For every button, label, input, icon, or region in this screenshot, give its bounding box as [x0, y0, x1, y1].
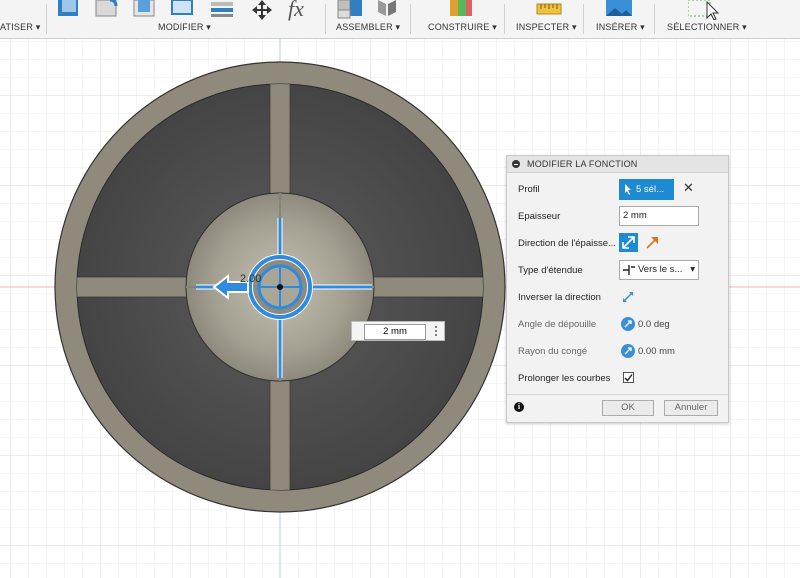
dialog-title: MODIFIER LA FONCTION	[527, 159, 638, 169]
joint-icon[interactable]	[378, 0, 396, 16]
extent-type-icon	[623, 265, 635, 275]
extent-type-value: Vers le s...	[638, 264, 683, 275]
taper-angle-icon[interactable]	[621, 317, 635, 331]
extend-curves-label: Prolonger les courbes	[518, 373, 611, 384]
profile-selection-count: 5 sél...	[636, 184, 664, 195]
dimension-more-icon[interactable]	[434, 325, 438, 337]
ok-button[interactable]: OK	[602, 400, 654, 416]
toolbar-group-create-label[interactable]: ATISER ▾	[0, 22, 40, 33]
extend-curves-checkbox[interactable]	[623, 372, 634, 383]
fillet-radius-value[interactable]: 0.00 mm	[638, 346, 675, 357]
toolbar-separator	[654, 4, 655, 34]
toolbar-separator	[46, 4, 47, 34]
origin-point	[277, 284, 283, 290]
extent-type-select[interactable]: Vers le s... ▾	[619, 260, 699, 280]
dialog-divider	[507, 394, 728, 395]
modifier-tool-icons	[58, 0, 272, 20]
chamfer-icon[interactable]	[133, 0, 155, 17]
info-icon[interactable]: i	[514, 402, 524, 412]
checkmark-icon	[624, 374, 633, 382]
toolbar-separator	[325, 4, 326, 34]
offset-plane-icon[interactable]	[448, 0, 478, 20]
toolbar-separator	[504, 4, 505, 34]
chevron-down-icon: ▾	[690, 264, 695, 275]
taper-angle-row: Angle de dépouille 0.0 deg	[507, 312, 728, 336]
direction-label: Direction de l'épaisse...	[518, 238, 616, 249]
toolbar-group-construct-label[interactable]: CONSTRUIRE ▾	[428, 22, 497, 33]
dimension-label: 2.00	[240, 273, 261, 285]
fillet-icon[interactable]	[95, 0, 118, 17]
thickness-row: Epaisseur 2 mm	[507, 204, 728, 228]
toolbar-group-modify-label[interactable]: MODIFIER ▾	[158, 22, 211, 33]
thickness-dimension-input[interactable]: 2 mm	[364, 324, 426, 340]
change-parameters-icon[interactable]: fx	[288, 0, 304, 22]
shell-icon[interactable]	[171, 0, 193, 15]
new-component-icon[interactable]	[337, 0, 362, 19]
toolbar-separator	[583, 4, 584, 34]
flip-direction-row: Inverser la direction	[507, 285, 728, 309]
move-icon[interactable]	[252, 0, 272, 20]
flip-direction-label: Inverser la direction	[518, 292, 601, 303]
thickness-input[interactable]: 2 mm	[619, 206, 699, 226]
select-icon[interactable]	[688, 0, 728, 20]
toolbar-separator	[410, 4, 411, 34]
extend-curves-row: Prolonger les courbes	[507, 366, 728, 390]
extent-type-label: Type d'étendue	[518, 265, 583, 276]
profile-row: Profil 5 sél... ✕	[507, 177, 728, 201]
toolbar-group-insert-label[interactable]: INSÉRER ▾	[596, 22, 645, 33]
modify-feature-dialog: MODIFIER LA FONCTION Profil 5 sél... ✕ E…	[506, 155, 729, 423]
cancel-button[interactable]: Annuler	[664, 400, 718, 416]
thickness-dimension-box: 2 mm	[351, 321, 445, 341]
direction-inside-icon[interactable]	[619, 233, 638, 252]
toolbar-group-inspect-label[interactable]: INSPECTER ▾	[516, 22, 577, 33]
cursor-arrow-icon	[625, 184, 631, 195]
flip-direction-icon[interactable]	[621, 290, 635, 304]
profile-label: Profil	[518, 184, 540, 195]
press-pull-icon[interactable]	[58, 0, 78, 16]
fillet-radius-row: Rayon du congé 0.00 mm	[507, 339, 728, 363]
measure-icon[interactable]	[535, 0, 565, 20]
collapse-icon[interactable]	[512, 160, 520, 168]
clear-selection-icon[interactable]: ✕	[683, 181, 695, 195]
profile-selection-button[interactable]: 5 sél...	[619, 179, 674, 200]
scale-icon[interactable]	[211, 2, 233, 17]
direction-outside-icon[interactable]	[643, 233, 662, 252]
extent-type-row: Type d'étendue Vers le s... ▾	[507, 258, 728, 282]
assemble-tool-icons	[337, 0, 396, 19]
thickness-label: Epaisseur	[518, 211, 561, 222]
direction-row: Direction de l'épaisse...	[507, 231, 728, 255]
insert-image-icon[interactable]	[606, 0, 636, 20]
taper-angle-value[interactable]: 0.0 deg	[638, 319, 670, 330]
toolbar: ATISER ▾ fx MODIFIER ▾ ASSEMBLER ▾ CONST…	[0, 0, 800, 39]
fillet-radius-label: Rayon du congé	[518, 346, 588, 357]
taper-angle-label: Angle de dépouille	[518, 319, 597, 330]
toolbar-group-assemble-label[interactable]: ASSEMBLER ▾	[336, 22, 400, 33]
fillet-radius-icon[interactable]	[621, 344, 635, 358]
dialog-header: MODIFIER LA FONCTION	[507, 156, 728, 173]
toolbar-group-select-label[interactable]: SÉLECTIONNER ▾	[667, 22, 747, 33]
